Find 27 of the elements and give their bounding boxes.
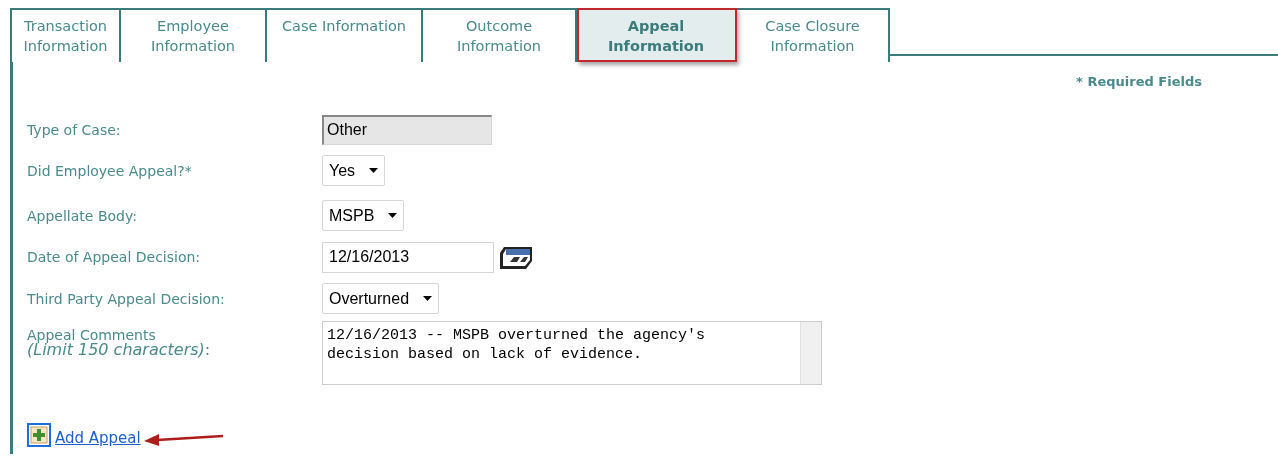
- tab[interactable]: Appeal Information: [577, 8, 737, 62]
- date-field[interactable]: 12/16/2013: [322, 241, 494, 273]
- comments-textarea[interactable]: 12/16/2013 -- MSPB overturned the agency's decision based on lack of evidence.: [322, 321, 822, 385]
- field-label: Third Party Appeal Decision:: [27, 290, 225, 307]
- scrollbar[interactable]: [800, 322, 821, 384]
- dropdown-caret-icon: [423, 296, 433, 301]
- field-hint: (Limit 150 characters):: [27, 343, 212, 357]
- tab[interactable]: Case Closure Information: [737, 8, 890, 62]
- field-label: Appeal Comments: [27, 327, 157, 343]
- calendar-icon[interactable]: [498, 244, 534, 270]
- readonly-field: Other: [322, 114, 492, 145]
- dropdown[interactable]: Overturned: [322, 283, 440, 314]
- field-label: Did Employee Appeal?*: [27, 162, 192, 179]
- dropdown[interactable]: Yes: [322, 155, 386, 186]
- required-fields-note: * Required Fields: [1076, 74, 1202, 91]
- field-label: Type of Case:: [27, 121, 121, 138]
- dropdown-caret-icon: [369, 168, 379, 173]
- tab[interactable]: Outcome Information: [423, 8, 577, 62]
- tab[interactable]: Employee Information: [121, 8, 267, 62]
- tab[interactable]: Case Information: [267, 8, 423, 62]
- tab[interactable]: Transaction Information: [10, 8, 121, 62]
- dropdown-caret-icon: [388, 213, 398, 218]
- field-label: Date of Appeal Decision:: [27, 249, 201, 265]
- field-label: Appellate Body:: [27, 207, 137, 224]
- add-appeal-link[interactable]: Add Appeal: [51, 429, 141, 447]
- dropdown[interactable]: MSPB: [322, 200, 405, 231]
- add-icon[interactable]: [27, 423, 51, 447]
